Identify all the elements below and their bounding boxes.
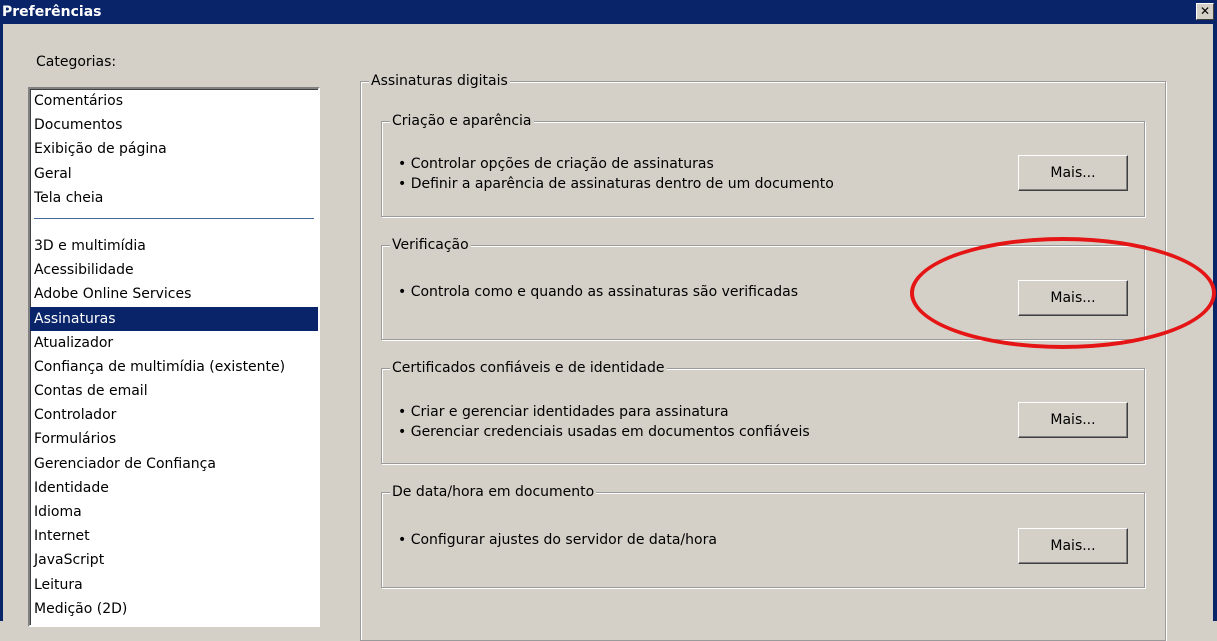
category-item[interactable]: Adobe Online Services	[30, 282, 318, 306]
category-item[interactable]: Controlador	[30, 403, 318, 427]
section-bullets: Criar e gerenciar identidades para assin…	[398, 402, 810, 442]
category-item-selected[interactable]: Assinaturas	[30, 306, 318, 331]
bullet-text: Criar e gerenciar identidades para assin…	[398, 402, 810, 422]
creation-appearance-section: Criação e aparência Controlar opções de …	[381, 112, 1145, 217]
category-item[interactable]: Exibição de página	[30, 137, 318, 161]
group-title: Assinaturas digitais	[369, 72, 510, 90]
trusted-certificates-section: Certificados confiáveis e de identidade …	[381, 359, 1145, 464]
categories-list[interactable]: Comentários Documentos Exibição de págin…	[28, 87, 320, 627]
window-frame-left	[0, 24, 3, 621]
category-item[interactable]: Leitura	[30, 573, 318, 597]
section-title: Certificados confiáveis e de identidade	[390, 359, 667, 377]
category-item[interactable]: Geral	[30, 162, 318, 186]
category-item[interactable]: Confiança de multimídia (existente)	[30, 355, 318, 379]
section-bullets: Controla como e quando as assinaturas sã…	[398, 282, 798, 302]
category-item[interactable]: Identidade	[30, 476, 318, 500]
window-frame-right	[1213, 24, 1217, 621]
section-title: Criação e aparência	[390, 112, 534, 130]
category-item[interactable]: Atualizador	[30, 331, 318, 355]
window-titlebar: Preferências ✕	[0, 0, 1217, 24]
section-bullets: Controlar opções de criação de assinatur…	[398, 154, 834, 194]
category-item[interactable]: Gerenciador de Confiança	[30, 452, 318, 476]
category-item[interactable]: Contas de email	[30, 379, 318, 403]
digital-signatures-group: Assinaturas digitais Criação e aparência…	[360, 72, 1166, 641]
timestamp-section: De data/hora em documento Configurar aju…	[381, 483, 1145, 588]
category-item[interactable]: Formulários	[30, 427, 318, 451]
close-icon[interactable]: ✕	[1196, 3, 1214, 20]
window-title: Preferências	[2, 4, 102, 20]
list-separator	[30, 210, 318, 234]
bullet-text: Controlar opções de criação de assinatur…	[398, 154, 834, 174]
bullet-text: Definir a aparência de assinaturas dentr…	[398, 174, 834, 194]
section-title: De data/hora em documento	[390, 483, 597, 501]
category-item[interactable]: Tela cheia	[30, 186, 318, 210]
more-button[interactable]: Mais...	[1018, 280, 1128, 316]
more-button[interactable]: Mais...	[1018, 402, 1128, 438]
category-item[interactable]: Documentos	[30, 113, 318, 137]
category-item[interactable]: Comentários	[30, 89, 318, 113]
category-item[interactable]: Idioma	[30, 500, 318, 524]
category-item[interactable]: Medição (2D)	[30, 597, 318, 621]
category-item[interactable]: Internet	[30, 524, 318, 548]
bullet-text: Configurar ajustes do servidor de data/h…	[398, 530, 717, 550]
verification-section: Verificação Controla como e quando as as…	[381, 236, 1145, 340]
category-item[interactable]: JavaScript	[30, 548, 318, 572]
section-bullets: Configurar ajustes do servidor de data/h…	[398, 530, 717, 550]
bullet-text: Controla como e quando as assinaturas sã…	[398, 282, 798, 302]
category-item[interactable]: 3D e multimídia	[30, 234, 318, 258]
categories-label: Categorias:	[36, 54, 117, 70]
more-button[interactable]: Mais...	[1018, 155, 1128, 191]
category-item[interactable]: Acessibilidade	[30, 258, 318, 282]
section-title: Verificação	[390, 236, 471, 254]
more-button[interactable]: Mais...	[1018, 528, 1128, 564]
bullet-text: Gerenciar credenciais usadas em document…	[398, 422, 810, 442]
